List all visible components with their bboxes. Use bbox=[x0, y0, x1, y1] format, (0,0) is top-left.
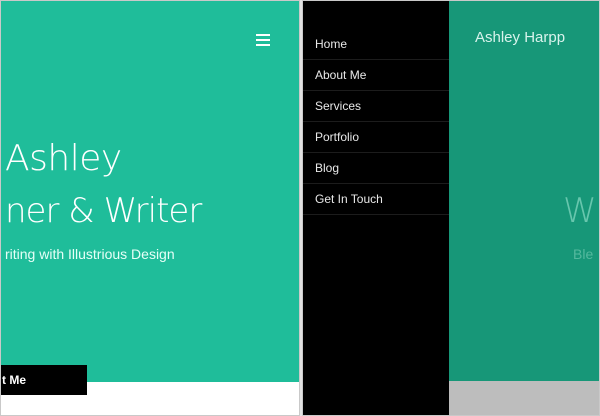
hero-fragment: W bbox=[563, 191, 597, 231]
menu-item-home[interactable]: Home bbox=[303, 29, 449, 60]
menu-item-blog[interactable]: Blog bbox=[303, 153, 449, 184]
menu-item-about-me[interactable]: About Me bbox=[303, 60, 449, 91]
hamburger-icon[interactable] bbox=[256, 34, 270, 48]
hero-tagline: riting with Illustrious Design bbox=[5, 246, 175, 262]
hero-section: Ashley ner & Writer riting with Illustri… bbox=[1, 1, 299, 382]
mobile-menu-open-screen: Ashley Harpp W Ble Home About Me Service… bbox=[302, 0, 600, 416]
hero-name: Ashley bbox=[5, 138, 122, 179]
menu-list: Home About Me Services Portfolio Blog Ge… bbox=[303, 29, 449, 215]
menu-item-portfolio[interactable]: Portfolio bbox=[303, 122, 449, 153]
dimmed-footer bbox=[449, 381, 599, 415]
side-menu: Home About Me Services Portfolio Blog Ge… bbox=[303, 1, 449, 415]
menu-item-services[interactable]: Services bbox=[303, 91, 449, 122]
page-title: Ashley Harpp bbox=[475, 29, 566, 46]
mobile-homepage-screen: Ashley ner & Writer riting with Illustri… bbox=[0, 0, 300, 416]
menu-item-get-in-touch[interactable]: Get In Touch bbox=[303, 184, 449, 215]
subtitle-fragment: Ble bbox=[573, 246, 594, 262]
hero-role: ner & Writer bbox=[5, 191, 202, 231]
about-me-button[interactable]: t Me bbox=[1, 365, 87, 395]
